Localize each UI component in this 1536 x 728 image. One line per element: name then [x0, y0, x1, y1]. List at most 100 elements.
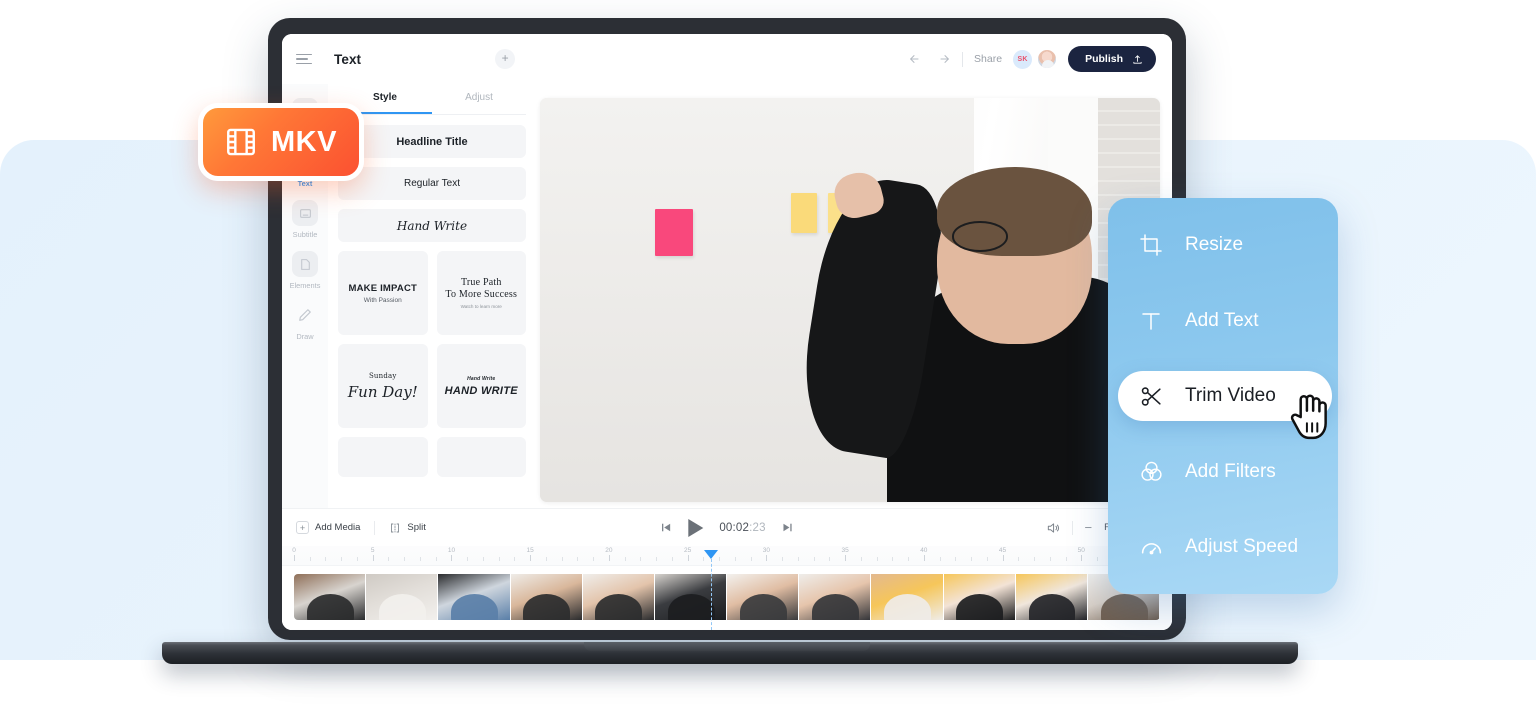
ruler-tick — [923, 555, 925, 561]
timeline-clip-thumbnail[interactable] — [438, 574, 511, 620]
preset-placeholder-2[interactable] — [436, 437, 526, 477]
sidebar-item-draw[interactable]: Draw — [282, 302, 328, 341]
ruler-tick — [797, 557, 799, 561]
volume-icon[interactable] — [1046, 521, 1060, 535]
ruler-tick — [939, 557, 941, 561]
menu-item-add-filters[interactable]: Add Filters — [1108, 447, 1338, 497]
player-divider-2 — [1071, 520, 1073, 535]
preset-make-impact-title: MAKE IMPACT — [348, 282, 418, 294]
ruler-tick — [294, 555, 295, 561]
thumbnail-subject — [884, 594, 932, 620]
ruler-tick — [955, 557, 957, 561]
timeline-clip-strip[interactable] — [294, 574, 1160, 620]
thumbnail-subject — [595, 594, 643, 620]
timeline-clip-thumbnail[interactable] — [871, 574, 944, 620]
avatar-initials[interactable]: SK — [1013, 49, 1033, 69]
skip-next-icon[interactable] — [782, 521, 795, 534]
thumbnail-subject — [956, 594, 1004, 620]
hamburger-icon[interactable] — [296, 53, 312, 65]
timeline-clip-thumbnail[interactable] — [366, 574, 439, 620]
preset-make-impact[interactable]: MAKE IMPACT With Passion — [338, 251, 428, 335]
ruler-tick — [734, 557, 736, 561]
avatar[interactable] — [1037, 49, 1058, 69]
app-body: Media T Text Subtitle — [282, 84, 1172, 508]
laptop-screen: Text + Share SK Publish Text Subtitle El… — [282, 34, 1172, 630]
preset-regular-text[interactable]: Regular Text — [338, 167, 526, 200]
thumbnail-subject — [812, 594, 859, 620]
sidebar-item-subtitle[interactable]: Subtitle — [282, 200, 328, 239]
timeline-clip-thumbnail[interactable] — [654, 574, 728, 620]
ruler-label: 25 — [684, 547, 692, 554]
zoom-out-button[interactable]: − — [1085, 520, 1093, 535]
ruler-tick — [309, 557, 311, 561]
ruler-tick — [530, 555, 532, 561]
ruler-tick — [656, 557, 658, 561]
preset-hand-write-bold[interactable]: Hand Write HAND WRITE — [436, 344, 526, 428]
sticky-note-yellow-1 — [791, 192, 818, 234]
thumbnail-subject — [378, 594, 426, 620]
tab-adjust[interactable]: Adjust — [432, 84, 526, 114]
preset-hand-write[interactable]: Hand Write — [338, 209, 526, 242]
share-label[interactable]: Share — [974, 53, 1002, 65]
timeline-clip-thumbnail[interactable] — [799, 574, 872, 620]
timeline-clip-thumbnail[interactable] — [582, 574, 655, 620]
timeline-clip-thumbnail[interactable] — [510, 574, 583, 620]
add-media-button[interactable]: + Add Media — [296, 521, 360, 534]
video-preview[interactable] — [540, 98, 1160, 502]
ruler-tick — [750, 557, 752, 561]
ruler-tick — [435, 557, 437, 561]
publish-label: Publish — [1085, 53, 1123, 65]
filters-venn-icon — [1138, 459, 1164, 485]
menu-item-add-text[interactable]: Add Text — [1108, 296, 1338, 346]
ruler-label: 20 — [605, 547, 613, 554]
ruler-tick — [908, 557, 910, 561]
timeline-clip-thumbnail[interactable] — [727, 574, 800, 620]
elements-icon — [292, 251, 318, 277]
play-icon[interactable] — [688, 518, 704, 537]
menu-label-resize: Resize — [1185, 234, 1244, 255]
laptop-notch — [584, 642, 870, 651]
timeline-clip-thumbnail[interactable] — [294, 574, 367, 620]
timeline-playhead[interactable] — [704, 550, 719, 559]
timeline-clip-thumbnail[interactable] — [943, 574, 1016, 620]
preset-true-path[interactable]: True Path To More Success Watch to learn… — [436, 251, 526, 335]
laptop-mockup: Text + Share SK Publish Text Subtitle El… — [162, 18, 1298, 666]
sidebar-label-elements: Elements — [289, 281, 321, 290]
ruler-tick — [467, 557, 469, 561]
screenshot-stage: Text + Share SK Publish Text Subtitle El… — [0, 0, 1536, 728]
ruler-label: 15 — [526, 547, 534, 554]
thumbnail-subject — [451, 594, 499, 620]
undo-arrow-icon[interactable] — [908, 51, 924, 67]
split-button[interactable]: Split — [389, 522, 426, 534]
timeline: 0 5 10 15 20 25 30 35 40 45 50 — [282, 546, 1172, 630]
ruler-tick — [640, 557, 642, 561]
ruler-label: 50 — [1077, 547, 1085, 554]
ruler-tick — [498, 557, 500, 561]
preset-placeholder-1[interactable] — [338, 437, 428, 477]
preset-fun-day[interactable]: Sunday Fun Day! — [338, 344, 428, 428]
preset-hand-write-small: Hand Write — [467, 375, 496, 382]
menu-item-adjust-speed[interactable]: Adjust Speed — [1108, 522, 1338, 572]
add-button[interactable]: + — [495, 49, 516, 69]
ruler-tick — [593, 557, 595, 561]
ruler-label: 35 — [841, 547, 849, 554]
ruler-tick — [341, 557, 343, 561]
publish-button[interactable]: Publish — [1068, 46, 1156, 72]
ruler-label: 0 — [292, 547, 296, 554]
skip-previous-icon[interactable] — [659, 521, 672, 534]
redo-arrow-icon[interactable] — [935, 51, 951, 67]
menu-item-resize[interactable]: Resize — [1108, 220, 1338, 270]
header-divider — [962, 51, 964, 67]
ruler-tick — [624, 557, 626, 561]
ruler-tick — [986, 557, 988, 561]
split-label: Split — [407, 522, 426, 533]
preset-hand-write-big: HAND WRITE — [444, 384, 518, 397]
text-t-icon — [1138, 308, 1164, 334]
timecode-main: 00:02 — [719, 521, 750, 534]
sidebar-item-elements[interactable]: Elements — [282, 251, 328, 290]
ruler-tick — [1081, 555, 1083, 561]
timeline-clip-thumbnail[interactable] — [1015, 574, 1088, 620]
ruler-tick — [388, 557, 390, 561]
preset-headline-title[interactable]: Headline Title — [338, 125, 526, 158]
timeline-ruler[interactable]: 0 5 10 15 20 25 30 35 40 45 50 — [282, 546, 1172, 566]
